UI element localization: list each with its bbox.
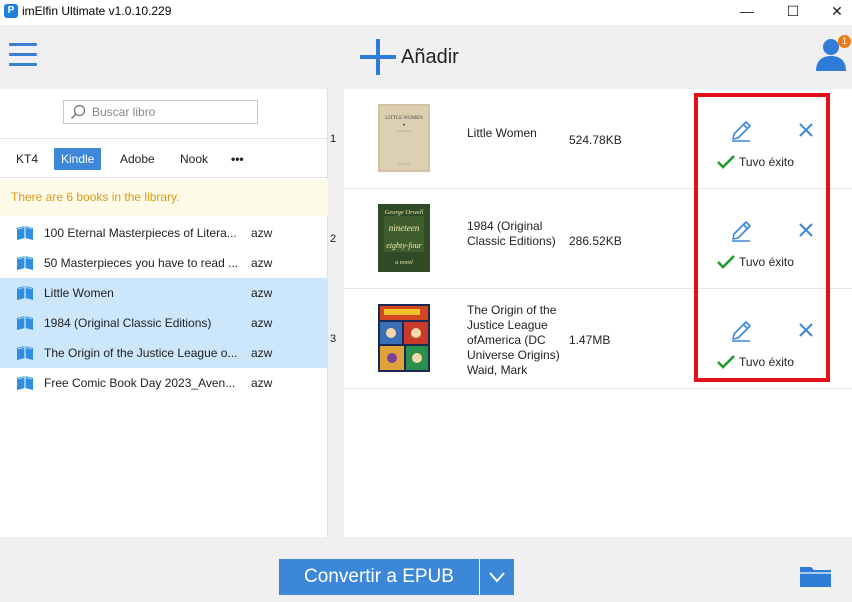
menu-icon[interactable] bbox=[9, 43, 37, 67]
format-dropdown-button[interactable] bbox=[480, 559, 514, 595]
book-list-item[interactable]: Little Women azw bbox=[0, 278, 328, 308]
tab-kt4[interactable]: KT4 bbox=[9, 148, 45, 170]
footer-bar: Convertir a EPUB bbox=[0, 537, 852, 602]
row-index: 2 bbox=[330, 233, 337, 245]
book-list-item[interactable]: 1984 (Original Classic Editions) azw bbox=[0, 308, 328, 338]
plus-icon bbox=[360, 39, 396, 75]
book-title-line: Little Women bbox=[467, 126, 537, 140]
cover-line3-text: a novel bbox=[395, 260, 413, 266]
book-title: The Origin of the Justice League o... bbox=[44, 346, 238, 360]
book-list-item[interactable]: Free Comic Book Day 2023_Aven... azw bbox=[0, 368, 328, 398]
app-header: Añadir 1 bbox=[0, 25, 852, 89]
title-bar: P imElfin Ultimate v1.0.10.229 — ☐ ✕ bbox=[0, 0, 852, 25]
book-cover-image: LITTLE WOMEN ♥ bbox=[378, 104, 430, 172]
tab-nook[interactable]: Nook bbox=[173, 148, 215, 170]
book-icon bbox=[16, 285, 34, 301]
more-tabs-button[interactable]: ••• bbox=[224, 148, 251, 170]
book-title: 100 Eternal Masterpieces of Litera... bbox=[44, 226, 237, 240]
app-logo-icon: P bbox=[4, 4, 18, 18]
book-format: azw bbox=[251, 226, 273, 240]
book-format: azw bbox=[251, 316, 273, 330]
cover-author-text: George Orwell bbox=[385, 209, 424, 216]
file-size: 524.78KB bbox=[569, 133, 622, 147]
row-index: 3 bbox=[330, 333, 337, 345]
book-title-line: The Origin of the bbox=[467, 303, 557, 317]
cover-line1-text: nineteen bbox=[389, 223, 420, 233]
library-notice: There are 6 books in the library. bbox=[0, 179, 328, 216]
cover-line2-text: eighty-four bbox=[386, 241, 422, 250]
book-list-item[interactable]: 100 Eternal Masterpieces of Litera... azw bbox=[0, 218, 328, 248]
cover-title-text: LITTLE WOMEN bbox=[385, 116, 423, 121]
tab-kindle[interactable]: Kindle bbox=[54, 148, 102, 170]
library-panel: Buscar libro KT4 Kindle Adobe Nook ••• T… bbox=[0, 89, 328, 537]
search-icon bbox=[70, 104, 86, 120]
file-size: 1.47MB bbox=[569, 333, 611, 347]
book-title: Free Comic Book Day 2023_Aven... bbox=[44, 376, 236, 390]
book-cover-image: George Orwell nineteen eighty-four a novel bbox=[378, 204, 430, 272]
search-placeholder: Buscar libro bbox=[92, 105, 156, 119]
folder-icon[interactable] bbox=[800, 565, 831, 587]
convert-button[interactable]: Convertir a EPUB bbox=[279, 559, 479, 595]
add-book-button[interactable]: Añadir bbox=[360, 37, 459, 77]
book-icon bbox=[16, 375, 34, 391]
book-format: azw bbox=[251, 376, 273, 390]
book-icon bbox=[16, 345, 34, 361]
book-title-line: Justice League bbox=[467, 318, 548, 332]
search-input[interactable]: Buscar libro bbox=[63, 100, 258, 124]
book-title-line: Universe Origins) bbox=[467, 348, 560, 362]
book-title: 1984 (Original Classic Editions) bbox=[44, 316, 212, 330]
close-window-button[interactable]: ✕ bbox=[814, 0, 852, 25]
book-title-line: 1984 (Original bbox=[467, 219, 543, 233]
book-icon bbox=[16, 225, 34, 241]
book-cover-image bbox=[378, 304, 430, 372]
tab-adobe[interactable]: Adobe bbox=[113, 148, 162, 170]
book-title: The Origin of the Justice League ofAmerica… bbox=[467, 303, 567, 378]
book-title-line: Classic Editions) bbox=[467, 234, 556, 248]
source-tabs: KT4 Kindle Adobe Nook ••• bbox=[0, 138, 328, 178]
book-title: Little Women bbox=[44, 286, 114, 300]
book-format: azw bbox=[251, 346, 273, 360]
book-format: azw bbox=[251, 256, 273, 270]
book-format: azw bbox=[251, 286, 273, 300]
add-label: Añadir bbox=[401, 45, 459, 68]
chevron-down-icon bbox=[489, 572, 505, 583]
book-title-line: Waid, Mark bbox=[467, 363, 528, 377]
book-title: Little Women bbox=[467, 126, 567, 141]
book-title-line: ofAmerica (DC bbox=[467, 333, 546, 347]
minimize-button[interactable]: — bbox=[724, 0, 770, 25]
window-title: imElfin Ultimate v1.0.10.229 bbox=[22, 4, 172, 18]
book-icon bbox=[16, 315, 34, 331]
book-title: 50 Masterpieces you have to read ... bbox=[44, 256, 239, 270]
panel-divider bbox=[328, 89, 344, 537]
highlight-box bbox=[694, 93, 830, 382]
book-list-item[interactable]: 50 Masterpieces you have to read ... azw bbox=[0, 248, 328, 278]
book-title: 1984 (Original Classic Editions) bbox=[467, 219, 567, 249]
row-index: 1 bbox=[330, 133, 337, 145]
file-size: 286.52KB bbox=[569, 234, 622, 248]
book-list-item[interactable]: The Origin of the Justice League o... azw bbox=[0, 338, 328, 368]
book-icon bbox=[16, 255, 34, 271]
maximize-button[interactable]: ☐ bbox=[770, 0, 816, 25]
notification-badge: 1 bbox=[838, 35, 851, 48]
